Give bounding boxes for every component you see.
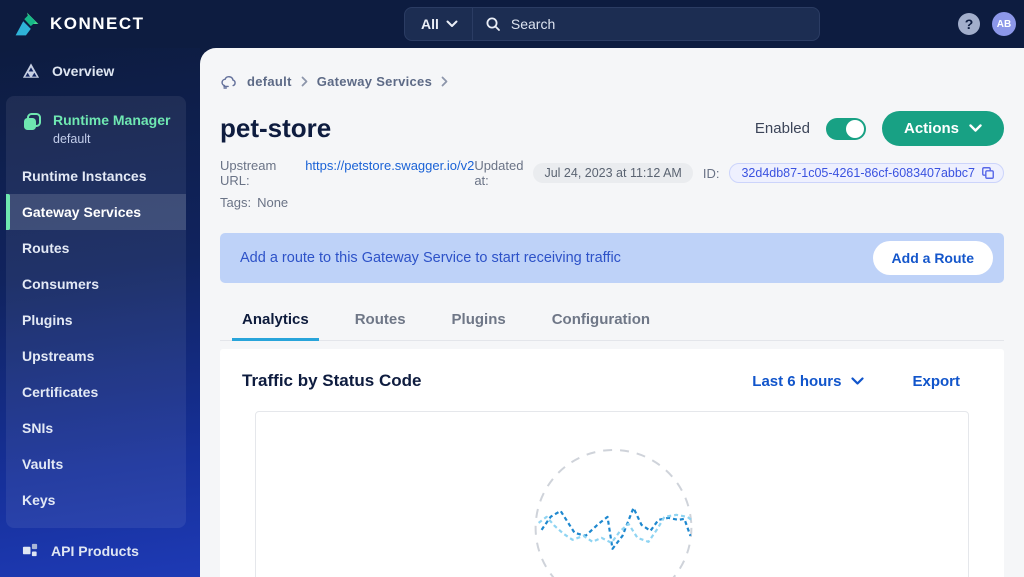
tab-analytics[interactable]: Analytics <box>232 303 319 341</box>
export-button[interactable]: Export <box>912 373 960 390</box>
sidebar-item-keys[interactable]: Keys <box>6 482 186 518</box>
sidebar-item-gateway-services[interactable]: Gateway Services <box>6 194 186 230</box>
chevron-down-icon <box>969 124 982 132</box>
api-products-icon <box>22 543 38 557</box>
sidebar-item-consumers[interactable]: Consumers <box>6 266 186 302</box>
add-route-button[interactable]: Add a Route <box>872 241 993 275</box>
search-input[interactable] <box>500 16 819 32</box>
add-route-banner: Add a route to this Gateway Service to s… <box>220 233 1004 283</box>
breadcrumb-gateway-services[interactable]: Gateway Services <box>317 74 432 89</box>
service-metadata: Upstream URL: https://petstore.swagger.i… <box>220 158 1004 217</box>
chevron-right-icon <box>441 76 448 87</box>
tab-configuration[interactable]: Configuration <box>550 303 652 340</box>
avatar-initials: AB <box>996 18 1012 30</box>
enabled-label: Enabled <box>754 120 810 137</box>
tags-value: None <box>257 195 289 210</box>
copy-icon[interactable] <box>981 166 995 180</box>
sidebar-item-snis[interactable]: SNIs <box>6 410 186 446</box>
sidebar-item-runtime-instances[interactable]: Runtime Instances <box>6 158 186 194</box>
runtime-manager-subtitle: default <box>53 132 91 146</box>
tab-routes[interactable]: Routes <box>353 303 408 340</box>
brand-name: KONNECT <box>50 14 145 33</box>
banner-text: Add a route to this Gateway Service to s… <box>240 250 621 266</box>
breadcrumb: default Gateway Services <box>220 74 1004 89</box>
search-icon <box>486 17 500 31</box>
chevron-down-icon <box>851 376 865 385</box>
help-glyph: ? <box>964 16 974 32</box>
time-range-label: Last 6 hours <box>752 372 842 390</box>
runtime-manager-panel: Runtime Manager default Runtime Instance… <box>6 96 186 528</box>
sidebar-item-label: API Products <box>51 542 139 559</box>
runtime-manager-icon <box>24 113 41 130</box>
updated-at-label: Updated at: <box>474 158 524 188</box>
sidebar-item-overview[interactable]: Overview <box>0 48 200 94</box>
sidebar-item-routes[interactable]: Routes <box>6 230 186 266</box>
traffic-chart-area <box>255 411 969 577</box>
search-divider <box>471 8 473 40</box>
sidebar: Overview Runtime Manager default Runtime… <box>0 48 200 577</box>
help-button[interactable]: ? <box>958 13 980 35</box>
actions-label: Actions <box>903 120 959 137</box>
topbar: KONNECT All ? AB <box>0 0 1024 48</box>
service-tabs: Analytics Routes Plugins Configuration <box>220 303 1004 341</box>
chart-title: Traffic by Status Code <box>242 371 422 390</box>
upstream-url-label: Upstream URL: <box>220 158 277 188</box>
sidebar-item-certificates[interactable]: Certificates <box>6 374 186 410</box>
cloud-icon <box>221 76 236 89</box>
overview-icon <box>22 63 40 78</box>
enabled-toggle[interactable] <box>825 117 866 140</box>
sidebar-item-vaults[interactable]: Vaults <box>6 446 186 482</box>
search-scope-dropdown[interactable]: All <box>405 8 472 40</box>
topbar-right: ? AB <box>958 0 1016 48</box>
sidebar-item-upstreams[interactable]: Upstreams <box>6 338 186 374</box>
kong-logo-icon <box>15 12 39 36</box>
search-scope-label: All <box>421 16 439 32</box>
global-search[interactable]: All <box>404 7 820 41</box>
chevron-right-icon <box>301 76 308 87</box>
upstream-url-link[interactable]: https://petstore.swagger.io/v2 <box>305 158 474 188</box>
breadcrumb-default[interactable]: default <box>247 74 292 89</box>
updated-at-badge: Jul 24, 2023 at 11:12 AM <box>533 163 693 183</box>
chevron-down-icon <box>446 20 458 27</box>
sidebar-item-api-products[interactable]: API Products <box>0 528 200 573</box>
page-title: pet-store <box>220 113 332 143</box>
avatar[interactable]: AB <box>992 12 1016 36</box>
analytics-card: Traffic by Status Code Last 6 hours Expo… <box>220 349 1004 577</box>
id-label: ID: <box>702 165 720 181</box>
time-range-dropdown[interactable]: Last 6 hours <box>752 372 865 390</box>
service-id-badge[interactable]: 32d4db87-1c05-4261-86cf-6083407abbc7 <box>729 163 1004 183</box>
tab-plugins[interactable]: Plugins <box>450 303 508 340</box>
brand[interactable]: KONNECT <box>0 11 200 37</box>
tags-label: Tags: <box>220 195 252 210</box>
service-id-value: 32d4db87-1c05-4261-86cf-6083407abbc7 <box>741 166 975 180</box>
chart-loading-illustration <box>534 448 694 577</box>
sidebar-item-label: Overview <box>52 63 115 79</box>
actions-button[interactable]: Actions <box>881 111 1004 146</box>
main-content: default Gateway Services pet-store Enabl… <box>200 48 1024 577</box>
sidebar-runtime-manager[interactable]: Runtime Manager default <box>6 100 186 158</box>
sidebar-item-plugins[interactable]: Plugins <box>6 302 186 338</box>
sparkline-dark <box>540 506 692 550</box>
runtime-manager-title: Runtime Manager <box>53 112 171 128</box>
